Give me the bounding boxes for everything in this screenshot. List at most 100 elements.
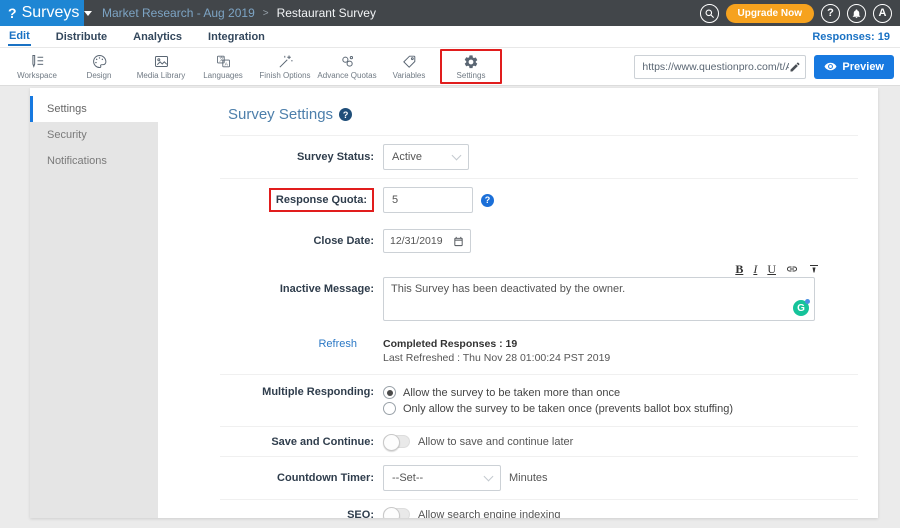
responses-count[interactable]: Responses: 19 — [812, 31, 890, 43]
tool-advance-quotas[interactable]: Advance Quotas — [316, 51, 378, 82]
workspace-list-icon — [29, 53, 46, 70]
tool-languages[interactable]: 文A Languages — [192, 51, 254, 82]
countdown-timer-suffix: Minutes — [509, 472, 548, 484]
radio-unselected-icon[interactable] — [383, 402, 396, 415]
breadcrumb-current: Restaurant Survey — [277, 6, 376, 20]
bell-icon — [851, 8, 862, 19]
countdown-timer-value: --Set-- — [392, 472, 423, 484]
tool-label: Finish Options — [259, 71, 310, 80]
tool-workspace[interactable]: Workspace — [6, 51, 68, 82]
save-continue-toggle[interactable] — [383, 435, 410, 448]
tool-finish-options[interactable]: Finish Options — [254, 51, 316, 82]
italic-button[interactable]: I — [753, 263, 757, 275]
preview-label: Preview — [842, 61, 884, 73]
radio-option-once[interactable]: Only allow the survey to be taken once (… — [383, 402, 733, 415]
breadcrumb: Market Research - Aug 2019 > Restaurant … — [84, 0, 376, 26]
response-quota-label-wrap: Response Quota: — [208, 188, 383, 212]
completed-responses: Completed Responses : 19 — [383, 338, 610, 350]
nav-tab-integration[interactable]: Integration — [207, 29, 266, 45]
link-icon[interactable] — [786, 263, 798, 275]
calendar-icon[interactable] — [453, 236, 464, 247]
tag-icon — [401, 53, 418, 70]
help-circle-icon[interactable]: ? — [339, 108, 352, 121]
survey-status-select[interactable]: Active — [383, 144, 469, 170]
tool-label: Workspace — [17, 71, 57, 80]
radio-selected-icon[interactable] — [383, 386, 396, 399]
tool-design[interactable]: Design — [68, 51, 130, 82]
underline-button[interactable]: U — [767, 263, 776, 275]
grammarly-icon[interactable]: G — [793, 300, 809, 316]
survey-url-field[interactable] — [634, 55, 806, 79]
seo-text: Allow search engine indexing — [418, 509, 560, 519]
tool-media-library[interactable]: Media Library — [130, 51, 192, 82]
help-icon: ? — [827, 7, 834, 19]
surveys-menu[interactable]: ? Surveys — [0, 0, 84, 26]
sidebar-item-security[interactable]: Security — [30, 122, 158, 148]
quota-help-icon[interactable]: ? — [481, 194, 494, 207]
refresh-row: Refresh Completed Responses : 19 Last Re… — [208, 334, 858, 374]
survey-url-input[interactable] — [642, 61, 789, 73]
inactive-message-label: Inactive Message: — [208, 277, 383, 295]
nav-tab-distribute[interactable]: Distribute — [55, 29, 108, 45]
help-button[interactable]: ? — [821, 4, 840, 23]
url-preview-group: Preview — [634, 55, 894, 79]
radio-option-multiple[interactable]: Allow the survey to be taken more than o… — [383, 386, 733, 399]
response-quota-label: Response Quota: — [269, 188, 374, 212]
multiple-responding-row: Multiple Responding: Allow the survey to… — [208, 375, 858, 426]
breadcrumb-parent[interactable]: Market Research - Aug 2019 — [102, 6, 255, 20]
sidebar-filler — [30, 174, 158, 518]
preview-button[interactable]: Preview — [814, 55, 894, 79]
avatar[interactable]: A — [873, 4, 892, 23]
tool-settings[interactable]: Settings — [440, 49, 502, 84]
tool-label: Languages — [203, 71, 243, 80]
inactive-message-textarea[interactable]: This Survey has been deactivated by the … — [383, 277, 815, 321]
eye-icon — [824, 60, 837, 73]
wand-icon — [277, 53, 294, 70]
breadcrumb-separator: > — [263, 8, 269, 19]
tool-label: Variables — [393, 71, 426, 80]
nav-tab-analytics[interactable]: Analytics — [132, 29, 183, 45]
clear-format-icon[interactable] — [808, 263, 820, 275]
page-title: Survey Settings ? — [228, 106, 858, 123]
radio-option-text: Only allow the survey to be taken once (… — [403, 403, 733, 415]
inactive-message-row: Inactive Message: This Survey has been d… — [208, 277, 858, 334]
app-window: ? Surveys Market Research - Aug 2019 > R… — [0, 0, 900, 528]
topbar-actions: Upgrade Now ? A — [700, 0, 900, 26]
tool-label: Media Library — [137, 71, 185, 80]
image-icon — [153, 53, 170, 70]
nav-tab-edit[interactable]: Edit — [8, 28, 31, 46]
survey-status-row: Survey Status: Active — [208, 136, 858, 178]
gear-icon — [463, 53, 479, 70]
search-button[interactable] — [700, 4, 719, 23]
tool-variables[interactable]: Variables — [378, 51, 440, 82]
survey-status-label: Survey Status: — [208, 151, 383, 163]
edit-pencil-icon[interactable] — [789, 61, 801, 73]
countdown-timer-row: Countdown Timer: --Set-- Minutes — [208, 457, 858, 499]
settings-sidebar: Settings Security Notifications — [30, 88, 158, 518]
close-date-label: Close Date: — [208, 235, 383, 247]
chevron-down-icon — [484, 471, 494, 481]
palette-icon — [91, 53, 108, 70]
countdown-timer-select[interactable]: --Set-- — [383, 465, 501, 491]
bold-button[interactable]: B — [735, 263, 743, 275]
avatar-initial: A — [879, 7, 887, 19]
settings-content: Survey Settings ? Survey Status: Active … — [158, 88, 878, 518]
close-date-field[interactable]: 12/31/2019 — [383, 229, 471, 253]
sidebar-item-notifications[interactable]: Notifications — [30, 148, 158, 174]
response-quota-input[interactable] — [383, 187, 473, 213]
survey-status-value: Active — [392, 151, 422, 163]
tool-label: Advance Quotas — [317, 71, 376, 80]
page-title-text: Survey Settings — [228, 106, 333, 123]
upgrade-now-button[interactable]: Upgrade Now — [726, 4, 814, 23]
sidebar-item-settings[interactable]: Settings — [30, 96, 158, 122]
seo-row: SEO: Allow search engine indexing — [208, 500, 858, 518]
refresh-link[interactable]: Refresh — [208, 338, 383, 364]
search-icon — [704, 8, 715, 19]
tool-label: Design — [87, 71, 112, 80]
chevron-down-icon — [452, 150, 462, 160]
questionpro-logo-icon: ? — [8, 6, 17, 20]
seo-toggle[interactable] — [383, 508, 410, 518]
notifications-button[interactable] — [847, 4, 866, 23]
response-quota-row: Response Quota: ? — [208, 179, 858, 221]
radio-option-text: Allow the survey to be taken more than o… — [403, 387, 620, 399]
